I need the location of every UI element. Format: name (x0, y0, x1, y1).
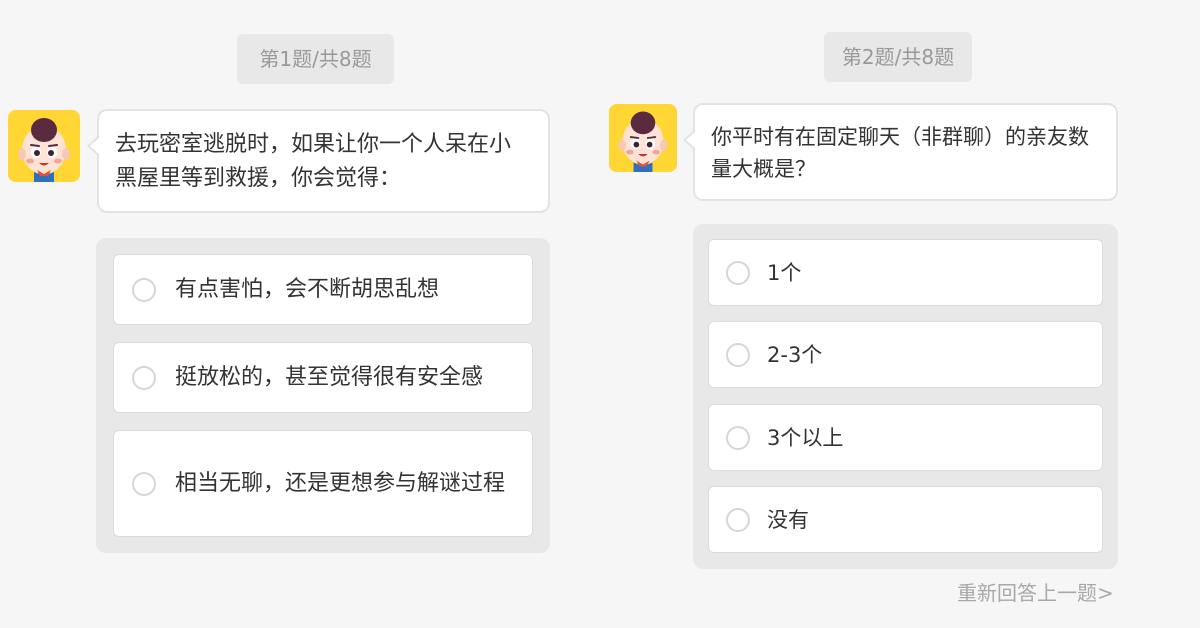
radio-icon[interactable] (132, 471, 156, 496)
answer-option[interactable]: 挺放松的，甚至觉得很有安全感 (113, 342, 533, 413)
radio-icon[interactable] (132, 277, 156, 302)
question-text: 去玩密室逃脱时，如果让你一个人呆在小黑屋里等到救援，你会觉得： (115, 132, 512, 191)
avatar-icon (609, 104, 677, 172)
question-bubble: 去玩密室逃脱时，如果让你一个人呆在小黑屋里等到救援，你会觉得： (87, 109, 550, 213)
question-counter: 第1题/共8题 (237, 34, 394, 84)
answer-option[interactable]: 2-3个 (708, 321, 1103, 388)
answer-option-label: 2-3个 (767, 342, 823, 367)
answer-option-label: 3个以上 (767, 425, 844, 450)
options-panel: 1个 2-3个 3个以上 没有 (693, 224, 1118, 569)
answer-option[interactable]: 没有 (708, 486, 1103, 553)
radio-icon[interactable] (726, 507, 750, 532)
answer-option[interactable]: 相当无聊，还是更想参与解谜过程 (113, 430, 533, 537)
question-bubble: 你平时有在固定聊天（非群聊）的亲友数量大概是？ (683, 103, 1118, 201)
answer-option[interactable]: 有点害怕，会不断胡思乱想 (113, 254, 533, 325)
answer-option-label: 相当无聊，还是更想参与解谜过程 (175, 470, 506, 496)
redo-previous-link[interactable]: 重新回答上一题> (957, 578, 1114, 608)
answer-option-label: 挺放松的，甚至觉得很有安全感 (175, 364, 484, 390)
answer-option-label: 有点害怕，会不断胡思乱想 (175, 276, 440, 302)
question-counter: 第2题/共8题 (824, 32, 972, 82)
question-text: 你平时有在固定聊天（非群聊）的亲友数量大概是？ (711, 125, 1089, 181)
answer-option[interactable]: 1个 (708, 239, 1103, 306)
answer-option-label: 1个 (767, 260, 802, 285)
radio-icon[interactable] (726, 342, 750, 367)
radio-icon[interactable] (132, 365, 156, 390)
answer-option-label: 没有 (767, 507, 809, 532)
answer-option[interactable]: 3个以上 (708, 404, 1103, 471)
options-panel: 有点害怕，会不断胡思乱想 挺放松的，甚至觉得很有安全感 相当无聊，还是更想参与解… (96, 238, 550, 553)
radio-icon[interactable] (726, 260, 750, 285)
radio-icon[interactable] (726, 425, 750, 450)
avatar-icon (8, 110, 80, 182)
